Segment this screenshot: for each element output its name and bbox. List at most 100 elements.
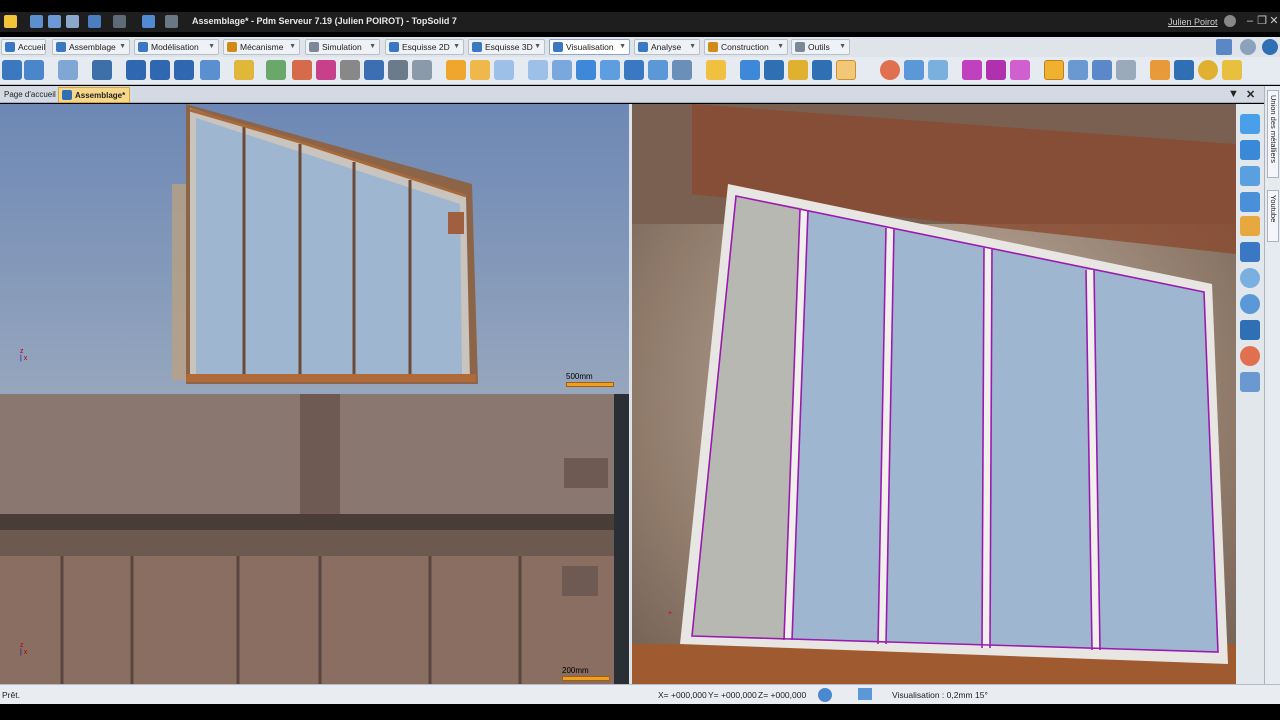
- tab-esquisse-2d[interactable]: Esquisse 2D ▼: [385, 39, 464, 55]
- viewport-top[interactable]: z | x 200mm: [0, 394, 629, 684]
- cube-3-icon[interactable]: [812, 60, 832, 80]
- copy-2-icon[interactable]: [1092, 60, 1112, 80]
- render-icon[interactable]: [364, 60, 384, 80]
- restore-icon[interactable]: ❐: [1256, 15, 1268, 27]
- camera-1-icon[interactable]: [126, 60, 146, 80]
- highlight-icon[interactable]: [706, 60, 726, 80]
- chevron-down-icon[interactable]: ▼: [619, 40, 626, 54]
- viewport-perspective[interactable]: +: [632, 104, 1236, 684]
- sync-icon[interactable]: [818, 688, 832, 702]
- chevron-down-icon[interactable]: ▼: [289, 40, 296, 54]
- chevron-down-icon[interactable]: ▼: [777, 40, 784, 54]
- tab-home-page[interactable]: Page d'accueil: [0, 87, 60, 103]
- tab-accueil[interactable]: Accueil: [1, 39, 46, 55]
- view-infinity-icon[interactable]: [2, 60, 22, 80]
- color-wheel-icon[interactable]: [880, 60, 900, 80]
- pan-icon[interactable]: [1240, 166, 1260, 186]
- help-icon[interactable]: [1262, 39, 1278, 55]
- walker-icon[interactable]: [388, 60, 408, 80]
- layer-2-icon[interactable]: [928, 60, 948, 80]
- redo-icon[interactable]: [113, 15, 126, 28]
- chevron-down-icon[interactable]: ▼: [369, 40, 376, 54]
- bee-icon[interactable]: [788, 60, 808, 80]
- section-1-icon[interactable]: [528, 60, 548, 80]
- camera-render-icon[interactable]: [340, 60, 360, 80]
- chevron-down-icon[interactable]: ▼: [453, 40, 460, 54]
- new-document-icon[interactable]: [30, 15, 43, 28]
- brush-icon[interactable]: [1222, 60, 1242, 80]
- layers-icon[interactable]: [858, 688, 872, 700]
- undo-icon[interactable]: [88, 15, 101, 28]
- section-6-icon[interactable]: [648, 60, 668, 80]
- tab-simulation[interactable]: Simulation ▼: [305, 39, 380, 55]
- axis-icon[interactable]: [1240, 140, 1260, 160]
- copy-1-icon[interactable]: [1068, 60, 1088, 80]
- frame-1-icon[interactable]: [446, 60, 466, 80]
- tab-visualisation[interactable]: Visualisation ▼: [549, 39, 630, 55]
- frame-2-icon[interactable]: [470, 60, 490, 80]
- tab-construction[interactable]: Construction ▼: [704, 39, 788, 55]
- print-icon[interactable]: [66, 15, 79, 28]
- pointer-icon[interactable]: [836, 60, 856, 80]
- viewport-front[interactable]: z | x 500mm: [0, 104, 629, 394]
- section-4-icon[interactable]: [600, 60, 620, 80]
- zoom-fit-icon[interactable]: [1240, 294, 1260, 314]
- camera-3-icon[interactable]: [174, 60, 194, 80]
- settings-wrench-icon[interactable]: [1216, 39, 1232, 55]
- tab-outils[interactable]: Outils ▼: [791, 39, 850, 55]
- tab-modelisation[interactable]: Modélisation ▼: [134, 39, 219, 55]
- tab-mecanisme[interactable]: Mécanisme ▼: [223, 39, 300, 55]
- tab-assemblage-doc[interactable]: Assemblage*: [58, 87, 130, 103]
- palette-icon[interactable]: [316, 60, 336, 80]
- chevron-down-icon[interactable]: ▼: [839, 40, 846, 54]
- perspective-icon[interactable]: [200, 60, 220, 80]
- section-5-icon[interactable]: [624, 60, 644, 80]
- box-icon[interactable]: [1174, 60, 1194, 80]
- measure-icon[interactable]: [1240, 192, 1260, 212]
- section-2-icon[interactable]: [552, 60, 572, 80]
- cube-1-icon[interactable]: [740, 60, 760, 80]
- cube-view-icon[interactable]: [1240, 320, 1260, 340]
- list-icon[interactable]: [672, 60, 692, 80]
- close-icon[interactable]: ✕: [1268, 15, 1280, 27]
- zoom-icon[interactable]: [1240, 268, 1260, 288]
- tab-esquisse-3d[interactable]: Esquisse 3D ▼: [468, 39, 545, 55]
- chevron-down-icon[interactable]: ▼: [208, 40, 215, 54]
- tab-analyse[interactable]: Analyse ▼: [634, 39, 700, 55]
- parameter-icon[interactable]: [1044, 60, 1064, 80]
- tab-union-des-metalliers[interactable]: Union des métalliers: [1267, 90, 1279, 178]
- search-icon[interactable]: [1240, 39, 1256, 55]
- ruler-icon[interactable]: [1240, 216, 1260, 236]
- cube-2-icon[interactable]: [764, 60, 784, 80]
- standard-views-icon[interactable]: [58, 60, 78, 80]
- copy-3-icon[interactable]: [1116, 60, 1136, 80]
- image-1-icon[interactable]: [266, 60, 286, 80]
- tab-youtube[interactable]: Youtube: [1267, 190, 1279, 242]
- chevron-down-icon[interactable]: ▼: [689, 40, 696, 54]
- camera-2-icon[interactable]: [150, 60, 170, 80]
- info-icon[interactable]: [1224, 15, 1236, 27]
- solid-3-icon[interactable]: [1010, 60, 1030, 80]
- user-link[interactable]: Julien Poirot: [1168, 17, 1218, 27]
- rotate-view-icon[interactable]: [92, 60, 112, 80]
- flashlight-icon[interactable]: [234, 60, 254, 80]
- helmet-icon[interactable]: [1198, 60, 1218, 80]
- close-document-icon[interactable]: ✕: [1246, 88, 1255, 101]
- export-icon[interactable]: [1150, 60, 1170, 80]
- tab-assemblage[interactable]: Assemblage ▼: [52, 39, 130, 55]
- section-3-icon[interactable]: [576, 60, 596, 80]
- minimize-icon[interactable]: –: [1244, 15, 1256, 27]
- pencil-icon[interactable]: [142, 15, 155, 28]
- app-logo-icon[interactable]: [4, 15, 17, 28]
- chevron-down-icon[interactable]: ▼: [534, 40, 541, 54]
- tab-list-chevron-icon[interactable]: ▼: [1228, 88, 1239, 100]
- power-icon[interactable]: [412, 60, 432, 80]
- solid-1-icon[interactable]: [962, 60, 982, 80]
- view-binocular-icon[interactable]: [24, 60, 44, 80]
- list-view-icon[interactable]: [1240, 372, 1260, 392]
- solid-2-icon[interactable]: [986, 60, 1006, 80]
- origin-icon[interactable]: [1240, 114, 1260, 134]
- frame-3-icon[interactable]: [494, 60, 514, 80]
- graphics-area[interactable]: z | x 500mm z | x 200mm +: [0, 104, 1280, 684]
- grid-icon[interactable]: [1240, 242, 1260, 262]
